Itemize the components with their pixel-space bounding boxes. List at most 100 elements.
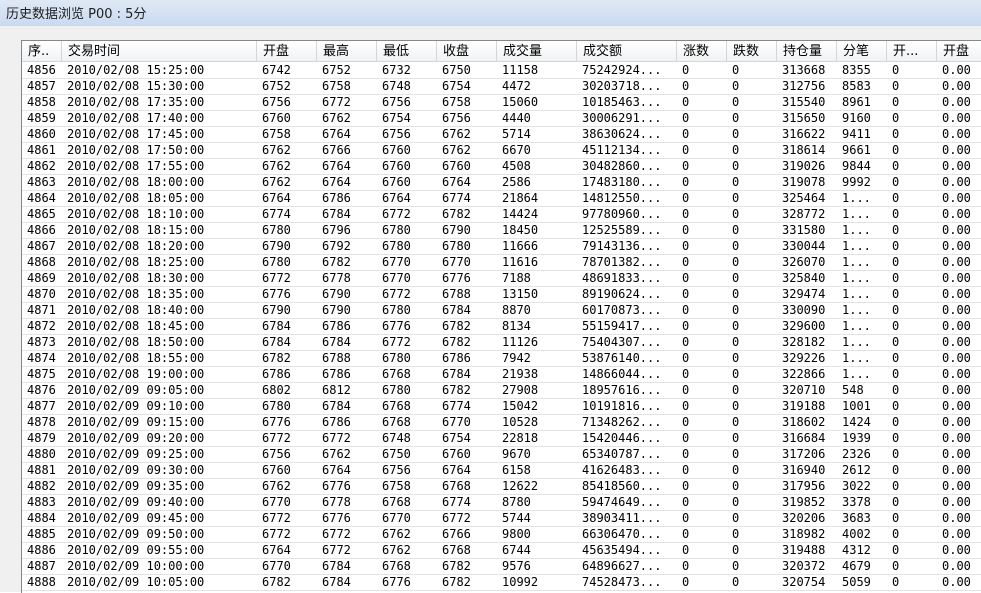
table-row[interactable]: 4857 2010/02/08 15:30:00 6752 6758 6748 6754 4… bbox=[22, 79, 981, 95]
table-row[interactable]: 4858 2010/02/08 17:35:00 6756 6772 6756 6758 1… bbox=[22, 95, 981, 111]
column-header-10[interactable]: 持仓量 bbox=[777, 41, 837, 62]
table-cell: 0 bbox=[732, 111, 740, 125]
table-row[interactable]: 4880 2010/02/09 09:25:00 6756 6762 6750 6760 9… bbox=[22, 447, 981, 463]
table-row[interactable]: 4864 2010/02/08 18:05:00 6764 6786 6764 6774 2… bbox=[22, 191, 981, 207]
table-row[interactable]: 4863 2010/02/08 18:00:00 6762 6764 6760 6764 2… bbox=[22, 175, 981, 191]
table-cell: 27908 bbox=[502, 383, 539, 397]
table-cell: 0 bbox=[682, 479, 690, 493]
table-cell: 0.00 bbox=[942, 303, 971, 317]
table-row[interactable]: 4881 2010/02/09 09:30:00 6760 6764 6756 6764 6… bbox=[22, 463, 981, 479]
table-cell: 21864 bbox=[502, 191, 539, 205]
table-row[interactable]: 4872 2010/02/08 18:45:00 6784 6786 6776 6782 8… bbox=[22, 319, 981, 335]
table-cell: 6758 bbox=[442, 95, 471, 109]
table-cell: 2010/02/08 18:55:00 bbox=[67, 351, 205, 365]
column-header-2[interactable]: 开盘 bbox=[257, 41, 317, 62]
column-header-8[interactable]: 涨数 bbox=[677, 41, 727, 62]
table-cell: 0.00 bbox=[942, 431, 971, 445]
column-header-1[interactable]: 交易时间 bbox=[62, 41, 257, 62]
table-cell: 0 bbox=[682, 63, 690, 77]
table-cell: 0 bbox=[892, 399, 900, 413]
column-header-0[interactable]: 序.. bbox=[22, 41, 62, 62]
table-cell: 9411 bbox=[842, 127, 871, 141]
window-title: 历史数据浏览 P00 : 5分 bbox=[6, 7, 147, 22]
column-header-3[interactable]: 最高 bbox=[317, 41, 377, 62]
table-cell: 6756 bbox=[382, 127, 411, 141]
table-cell: 0 bbox=[892, 511, 900, 525]
table-cell: 6780 bbox=[262, 255, 291, 269]
table-row[interactable]: 4873 2010/02/08 18:50:00 6784 6784 6772 6782 1… bbox=[22, 335, 981, 351]
table-row[interactable]: 4860 2010/02/08 17:45:00 6758 6764 6756 6762 5… bbox=[22, 127, 981, 143]
table-cell: 0.00 bbox=[942, 495, 971, 509]
table-row[interactable]: 4883 2010/02/09 09:40:00 6770 6778 6768 6774 8… bbox=[22, 495, 981, 511]
column-header-7[interactable]: 成交额 bbox=[577, 41, 677, 62]
table-row[interactable]: 4868 2010/02/08 18:25:00 6780 6782 6770 6770 1… bbox=[22, 255, 981, 271]
table-cell: 2010/02/08 18:20:00 bbox=[67, 239, 205, 253]
table-row[interactable]: 4875 2010/02/08 19:00:00 6786 6786 6768 6784 2… bbox=[22, 367, 981, 383]
table-row[interactable]: 4874 2010/02/08 18:55:00 6782 6788 6780 6786 7… bbox=[22, 351, 981, 367]
table-cell: 4679 bbox=[842, 559, 871, 573]
column-header-5[interactable]: 收盘 bbox=[437, 41, 497, 62]
table-row[interactable]: 4878 2010/02/09 09:15:00 6776 6786 6768 6770 1… bbox=[22, 415, 981, 431]
table-cell: 4002 bbox=[842, 527, 871, 541]
table-cell: 6762 bbox=[262, 175, 291, 189]
table-row[interactable]: 4888 2010/02/09 10:05:00 6782 6784 6776 6782 1… bbox=[22, 575, 981, 591]
column-header-9[interactable]: 跌数 bbox=[727, 41, 777, 62]
table-cell: 66306470... bbox=[582, 527, 662, 541]
table-cell: 4859 bbox=[27, 111, 56, 125]
table-cell: 0 bbox=[732, 543, 740, 557]
table-cell: 4880 bbox=[27, 447, 56, 461]
table-row[interactable]: 4865 2010/02/08 18:10:00 6774 6784 6772 6782 1… bbox=[22, 207, 981, 223]
table-row[interactable]: 4876 2010/02/09 09:05:00 6802 6812 6780 6782 2… bbox=[22, 383, 981, 399]
table-cell: 2010/02/09 09:35:00 bbox=[67, 479, 205, 493]
column-header-13[interactable]: 开盘 bbox=[937, 41, 981, 62]
table-cell: 0 bbox=[732, 95, 740, 109]
table-cell: 6792 bbox=[322, 239, 351, 253]
table-cell: 6754 bbox=[442, 431, 471, 445]
table-row[interactable]: 4886 2010/02/09 09:55:00 6764 6772 6762 6768 6… bbox=[22, 543, 981, 559]
table-row[interactable]: 4870 2010/02/08 18:35:00 6776 6790 6772 6788 1… bbox=[22, 287, 981, 303]
table-row[interactable]: 4866 2010/02/08 18:15:00 6780 6796 6780 6790 1… bbox=[22, 223, 981, 239]
table-cell: 6760 bbox=[262, 111, 291, 125]
table-cell: 0 bbox=[892, 143, 900, 157]
window-title-bar[interactable]: 历史数据浏览 P00 : 5分 bbox=[0, 0, 981, 27]
table-row[interactable]: 4877 2010/02/09 09:10:00 6780 6784 6768 6774 1… bbox=[22, 399, 981, 415]
table-row[interactable]: 4884 2010/02/09 09:45:00 6772 6776 6770 6772 5… bbox=[22, 511, 981, 527]
table-cell: 316684 bbox=[782, 431, 826, 445]
column-header-11[interactable]: 分笔 bbox=[837, 41, 887, 62]
table-cell: 0 bbox=[682, 367, 690, 381]
table-row[interactable]: 4871 2010/02/08 18:40:00 6790 6790 6780 6784 8… bbox=[22, 303, 981, 319]
table-cell: 0.00 bbox=[942, 239, 971, 253]
column-header-12[interactable]: 开... bbox=[887, 41, 937, 62]
table-row[interactable]: 4856 2010/02/08 15:25:00 6742 6752 6732 6750 1… bbox=[22, 63, 981, 79]
table-row[interactable]: 4867 2010/02/08 18:20:00 6790 6792 6780 6780 1… bbox=[22, 239, 981, 255]
table-cell: 11616 bbox=[502, 255, 539, 269]
table-cell: 0 bbox=[732, 79, 740, 93]
table-cell: 6762 bbox=[382, 543, 411, 557]
table-row[interactable]: 4879 2010/02/09 09:20:00 6772 6772 6748 6754 2… bbox=[22, 431, 981, 447]
table-cell: 18450 bbox=[502, 223, 539, 237]
table-row[interactable]: 4859 2010/02/08 17:40:00 6760 6762 6754 6756 4… bbox=[22, 111, 981, 127]
column-header-6[interactable]: 成交量 bbox=[497, 41, 577, 62]
table-row[interactable]: 4882 2010/02/09 09:35:00 6762 6776 6758 6768 1… bbox=[22, 479, 981, 495]
table-cell: 0 bbox=[732, 143, 740, 157]
table-row[interactable]: 4861 2010/02/08 17:50:00 6762 6766 6760 6762 6… bbox=[22, 143, 981, 159]
column-header-4[interactable]: 最低 bbox=[377, 41, 437, 62]
table-cell: 6762 bbox=[262, 479, 291, 493]
table-cell: 6764 bbox=[322, 175, 351, 189]
table-cell: 6742 bbox=[262, 63, 291, 77]
table-cell: 319188 bbox=[782, 399, 826, 413]
table-cell: 1... bbox=[842, 335, 871, 349]
table-cell: 6780 bbox=[382, 383, 411, 397]
table-row[interactable]: 4869 2010/02/08 18:30:00 6772 6778 6770 6776 7… bbox=[22, 271, 981, 287]
table-cell: 2010/02/09 09:55:00 bbox=[67, 543, 205, 557]
table-cell: 0 bbox=[892, 191, 900, 205]
table-row[interactable]: 4862 2010/02/08 17:55:00 6762 6764 6760 6760 4… bbox=[22, 159, 981, 175]
table-cell: 315540 bbox=[782, 95, 826, 109]
table-cell: 6778 bbox=[322, 495, 351, 509]
table-cell: 4858 bbox=[27, 95, 56, 109]
table-cell: 6732 bbox=[382, 63, 411, 77]
table-row[interactable]: 4887 2010/02/09 10:00:00 6770 6784 6768 6782 9… bbox=[22, 559, 981, 575]
table-cell: 320754 bbox=[782, 575, 826, 589]
table-row[interactable]: 4885 2010/02/09 09:50:00 6772 6772 6762 6766 9… bbox=[22, 527, 981, 543]
table-cell: 9992 bbox=[842, 175, 871, 189]
